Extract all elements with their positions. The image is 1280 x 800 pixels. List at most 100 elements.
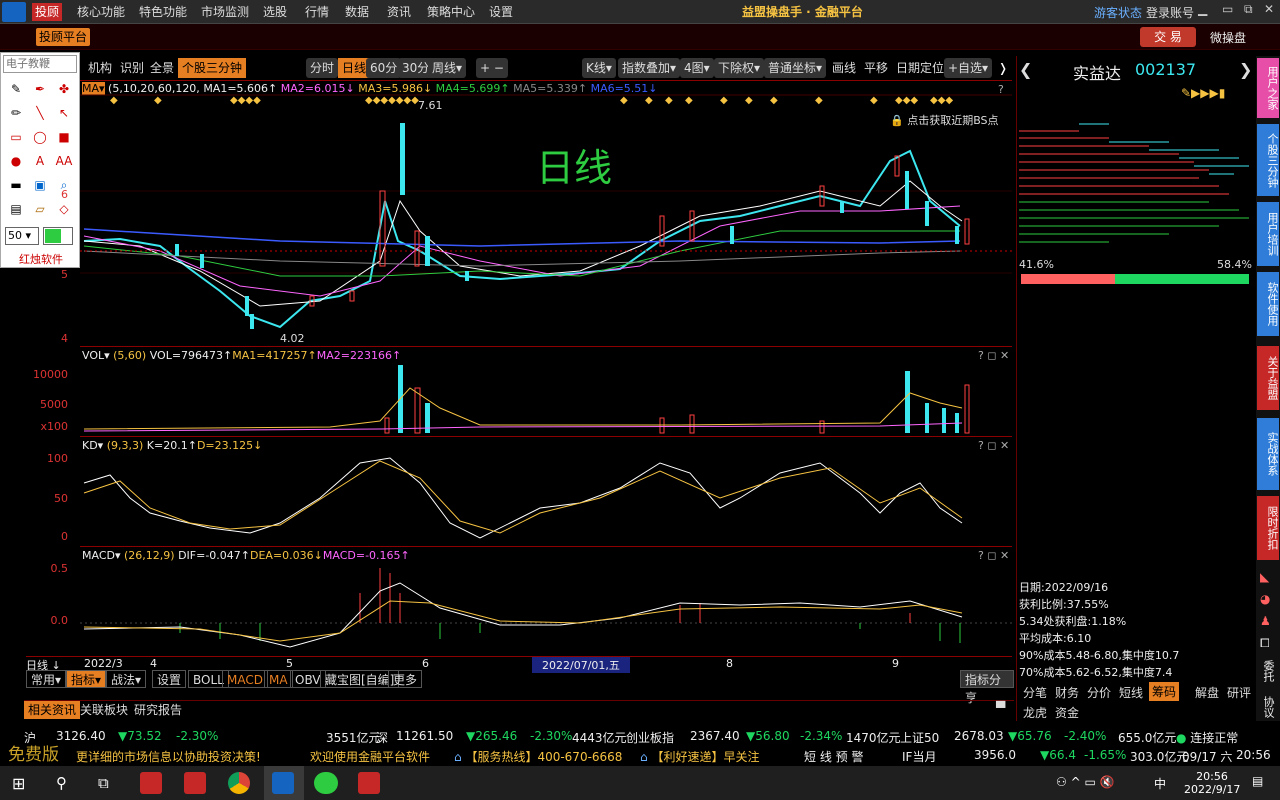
tb-pan[interactable]: 平移 bbox=[860, 58, 892, 78]
arrow-icon[interactable]: ↖ bbox=[55, 105, 73, 121]
task-view-icon[interactable]: ⧉ bbox=[98, 774, 109, 792]
menu-strategy[interactable]: 策略中心 bbox=[424, 3, 478, 21]
tab-capital[interactable]: 资金 bbox=[1055, 704, 1079, 721]
side-tab-system[interactable]: 实战体系 bbox=[1257, 418, 1279, 490]
indicator-share-button[interactable]: 指标分享 bbox=[960, 670, 1014, 705]
tab-ma[interactable]: MA bbox=[264, 670, 293, 688]
menu-news[interactable]: 资讯 bbox=[384, 3, 414, 21]
tb-intraday[interactable]: 分时 bbox=[306, 58, 339, 78]
side-icon-e[interactable]: 委托 bbox=[1260, 660, 1276, 682]
tb-overlay[interactable]: 指数叠加▾ bbox=[618, 58, 681, 78]
pane-controls[interactable]: ? ◻ ✕ bbox=[978, 439, 1009, 452]
clear-icon[interactable]: ◇ bbox=[55, 201, 73, 217]
text-icon[interactable]: A bbox=[31, 153, 49, 169]
thickness-icon[interactable]: ▬ bbox=[7, 177, 25, 193]
advisor-platform-button[interactable]: 投顾平台 bbox=[36, 28, 90, 46]
menu-feature[interactable]: 特色功能 bbox=[136, 3, 190, 21]
tb-favorite[interactable]: +自选▾ bbox=[944, 58, 993, 78]
tb-locate[interactable]: 日期定位 bbox=[892, 58, 948, 78]
restore-icon[interactable]: ⧉ bbox=[1244, 2, 1253, 17]
rectangle-icon[interactable]: ▭ bbox=[7, 129, 25, 145]
fill-icon[interactable]: ✤ bbox=[55, 81, 73, 97]
news-link[interactable]: ⌂ 【利好速递】早关注 bbox=[640, 748, 759, 765]
filled-ellipse-icon[interactable]: ● bbox=[7, 153, 25, 169]
menu-quote[interactable]: 行情 bbox=[302, 3, 332, 21]
menu-select[interactable]: 选股 bbox=[260, 3, 290, 21]
pointer-search-input[interactable] bbox=[3, 55, 77, 73]
tab-research[interactable]: 研究报告 bbox=[134, 701, 182, 719]
search-icon[interactable]: ⚲ bbox=[56, 774, 67, 792]
side-icon-c[interactable]: ♟ bbox=[1260, 614, 1271, 628]
tab-chips[interactable]: 筹码 bbox=[1149, 682, 1180, 701]
close-icon[interactable]: ✕ bbox=[1264, 2, 1274, 16]
tab-related-news[interactable]: 相关资讯 bbox=[24, 701, 81, 719]
trade-button[interactable]: 交 易 bbox=[1140, 27, 1196, 47]
side-icon-a[interactable]: ◣ bbox=[1260, 570, 1269, 584]
pane-controls[interactable]: ? ◻ ✕ bbox=[978, 349, 1009, 362]
tray-icons[interactable]: ⚇ ^ ▭ 🔇 bbox=[1056, 775, 1115, 789]
side-tab-training[interactable]: 用户培训 bbox=[1257, 202, 1279, 266]
menu-monitor[interactable]: 市场监测 bbox=[198, 3, 252, 21]
menu-data[interactable]: 数据 bbox=[342, 3, 372, 21]
next-stock-icon[interactable]: ❯ bbox=[1239, 60, 1252, 79]
menu-settings[interactable]: 设置 bbox=[486, 3, 516, 21]
side-protocol[interactable]: 协议 bbox=[1260, 696, 1276, 718]
side-icon-b[interactable]: ◕ bbox=[1260, 592, 1270, 606]
menu-core[interactable]: 核心功能 bbox=[74, 3, 128, 21]
collapse-icon[interactable]: ❭ bbox=[994, 58, 1012, 78]
size-select[interactable]: 50 ▾ bbox=[5, 227, 39, 245]
kd-selector[interactable]: KD▾ bbox=[82, 439, 103, 452]
tab-common[interactable]: 常用▾ bbox=[26, 670, 67, 688]
pen-icon[interactable]: ✒ bbox=[31, 81, 49, 97]
tab-related-sector[interactable]: 关联板块 bbox=[80, 701, 128, 719]
tb-adjust[interactable]: 下除权▾ bbox=[714, 58, 765, 78]
tab-more[interactable]: 更多 bbox=[388, 670, 423, 688]
tb-institution[interactable]: 机构 bbox=[84, 58, 116, 78]
clock[interactable]: 20:56 2022/9/17 bbox=[1184, 770, 1240, 796]
font-icon[interactable]: AA bbox=[55, 153, 73, 169]
tb-three-minute[interactable]: 个股三分钟 bbox=[178, 58, 247, 78]
tab-shortline[interactable]: 短线 bbox=[1119, 684, 1143, 701]
wechat-icon[interactable] bbox=[314, 772, 338, 794]
tb-panorama[interactable]: 全景 bbox=[146, 58, 178, 78]
guest-status[interactable]: 游客状态 bbox=[1094, 4, 1142, 21]
ime-indicator[interactable]: 中 bbox=[1154, 775, 1166, 792]
tb-panes[interactable]: 4图▾ bbox=[680, 58, 714, 78]
tab-analysis[interactable]: 解盘 bbox=[1195, 684, 1219, 701]
tab-indicator[interactable]: 指标▾ bbox=[66, 670, 107, 688]
tab-review[interactable]: 研评 bbox=[1227, 684, 1251, 701]
color-select[interactable] bbox=[43, 227, 73, 245]
app-icon-3[interactable] bbox=[358, 772, 380, 794]
mini-trade-button[interactable]: 微操盘 bbox=[1210, 29, 1246, 46]
tab-ticks[interactable]: 分笔 bbox=[1023, 684, 1047, 701]
side-tab-three-minute[interactable]: 个股三分钟 bbox=[1257, 124, 1279, 196]
chip-tool-icons[interactable]: ✎▶▶▶▮ bbox=[1181, 86, 1225, 100]
line-icon[interactable]: ╲ bbox=[31, 105, 49, 121]
open-icon[interactable]: ▱ bbox=[31, 201, 49, 217]
prev-stock-icon[interactable]: ❮ bbox=[1019, 60, 1032, 79]
side-tab-usage[interactable]: 软件使用 bbox=[1257, 272, 1279, 336]
tab-dragon-tiger[interactable]: 龙虎 bbox=[1023, 704, 1047, 721]
side-tab-discount[interactable]: 限时折扣 bbox=[1257, 496, 1279, 560]
side-icon-d[interactable]: ⧠ bbox=[1260, 636, 1270, 651]
app-icon-active[interactable] bbox=[272, 772, 294, 794]
tab-finance[interactable]: 财务 bbox=[1055, 684, 1079, 701]
tb-zoom[interactable]: + − bbox=[476, 58, 508, 78]
vol-selector[interactable]: VOL▾ bbox=[82, 349, 110, 362]
side-tab-user-home[interactable]: 用户之家 bbox=[1257, 58, 1279, 118]
side-tab-about[interactable]: 关于益盟 bbox=[1257, 346, 1279, 410]
pencil-icon[interactable]: ✏ bbox=[7, 105, 25, 121]
app-icon-1[interactable] bbox=[140, 772, 162, 794]
tb-coord[interactable]: 普通坐标▾ bbox=[764, 58, 827, 78]
tb-weekly[interactable]: 周线▾ bbox=[428, 58, 467, 78]
filled-rect-icon[interactable]: ■ bbox=[55, 129, 73, 145]
windows-start-icon[interactable]: ⊞ bbox=[12, 774, 25, 793]
minimize-icon[interactable]: ▁ bbox=[1198, 2, 1207, 16]
eraser-icon[interactable]: ✎ bbox=[7, 81, 25, 97]
tab-macd[interactable]: MACD bbox=[222, 670, 268, 688]
tb-60min[interactable]: 60分 bbox=[366, 58, 402, 78]
app-icon-2[interactable] bbox=[184, 772, 206, 794]
tab-tactic[interactable]: 战法▾ bbox=[106, 670, 147, 688]
notification-icon[interactable]: ▤ bbox=[1252, 774, 1263, 788]
maximize-icon[interactable]: ▭ bbox=[1222, 2, 1233, 16]
